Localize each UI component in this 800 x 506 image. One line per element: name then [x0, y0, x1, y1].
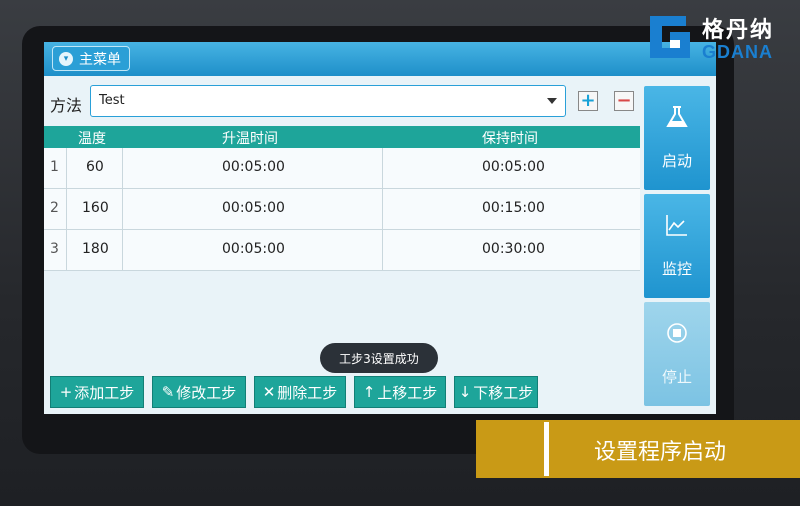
x-icon: ✕ [262, 383, 276, 401]
arrow-down-icon: ↓ [458, 383, 472, 401]
add-method-button[interactable]: + [578, 91, 598, 111]
move-up-step-button[interactable]: ↑ 上移工步 [354, 376, 446, 408]
cell-hold: 00:15:00 [482, 200, 545, 216]
delete-step-button[interactable]: ✕ 删除工步 [254, 376, 346, 408]
cell-hold: 00:30:00 [482, 241, 545, 257]
brand-logo: 格丹纳 GDANA [646, 10, 796, 70]
header-hold: 保持时间 [482, 131, 538, 147]
cell-ramp: 00:05:00 [222, 159, 285, 175]
edit-step-button[interactable]: ✎ 修改工步 [152, 376, 246, 408]
cell-hold: 00:05:00 [482, 159, 545, 175]
logo-chinese: 格丹纳 [702, 18, 775, 43]
add-step-button[interactable]: + 添加工步 [50, 376, 144, 408]
stop-icon [667, 323, 687, 343]
table-header: 温度 升温时间 保持时间 [44, 126, 640, 148]
move-up-step-label: 上移工步 [377, 383, 438, 402]
plus-icon: + [580, 90, 596, 111]
line-chart-icon [666, 215, 687, 236]
table-row[interactable]: 3 180 00:05:00 00:30:00 [44, 230, 640, 271]
stop-button[interactable]: 停止 [644, 302, 710, 406]
top-bar: ▾ 主菜单 [44, 42, 716, 76]
row-index: 1 [50, 159, 59, 175]
move-down-step-button[interactable]: ↓ 下移工步 [454, 376, 538, 408]
method-label: 方法 [50, 96, 83, 115]
start-button[interactable]: 启动 [644, 86, 710, 190]
circle-chevron-down-icon: ▾ [59, 51, 73, 66]
main-menu-button[interactable]: ▾ 主菜单 [52, 46, 130, 71]
flask-icon [666, 106, 688, 127]
cell-temp: 160 [82, 200, 109, 216]
table-divider [66, 148, 67, 271]
edit-step-label: 修改工步 [176, 383, 237, 402]
step-table: 温度 升温时间 保持时间 1 60 00:05:00 00:05:00 2 16… [44, 126, 640, 271]
main-menu-label: 主菜单 [79, 51, 121, 68]
move-down-step-label: 下移工步 [473, 383, 534, 402]
caption-divider [544, 422, 549, 476]
monitor-button[interactable]: 监控 [644, 194, 710, 298]
start-label: 启动 [661, 152, 692, 170]
remove-method-button[interactable]: − [614, 91, 634, 111]
method-value: Test [99, 93, 125, 108]
table-row[interactable]: 2 160 00:05:00 00:15:00 [44, 189, 640, 230]
caption-text: 设置程序启动 [594, 440, 727, 465]
add-step-label: 添加工步 [74, 383, 135, 402]
arrow-up-icon: ↑ [362, 383, 376, 401]
pencil-icon: ✎ [161, 383, 175, 401]
table-row[interactable]: 1 60 00:05:00 00:05:00 [44, 148, 640, 189]
monitor-label: 监控 [661, 260, 692, 278]
gdana-logo-icon [650, 16, 690, 58]
stop-label: 停止 [661, 368, 692, 386]
cell-temp: 180 [82, 241, 109, 257]
header-ramp: 升温时间 [222, 131, 278, 147]
chevron-down-icon [547, 98, 557, 104]
method-row: 方法 Test + − [44, 84, 644, 120]
minus-icon: − [616, 90, 632, 111]
delete-step-label: 删除工步 [277, 383, 338, 402]
table-divider [122, 148, 123, 271]
row-index: 2 [50, 200, 59, 216]
video-caption: 设置程序启动 [476, 420, 800, 478]
table-divider [382, 148, 383, 271]
cell-temp: 60 [86, 159, 104, 175]
toast-message: 工步3设置成功 [320, 343, 438, 373]
touch-screen: ▾ 主菜单 方法 Test + − 温度 升温时间 保持时间 1 60 00:0… [44, 42, 716, 414]
plus-icon: + [59, 383, 73, 401]
cell-ramp: 00:05:00 [222, 241, 285, 257]
logo-english: GDANA [702, 42, 773, 62]
row-index: 3 [50, 241, 59, 257]
method-select[interactable]: Test [90, 85, 566, 117]
header-temp: 温度 [78, 131, 106, 147]
cell-ramp: 00:05:00 [222, 200, 285, 216]
